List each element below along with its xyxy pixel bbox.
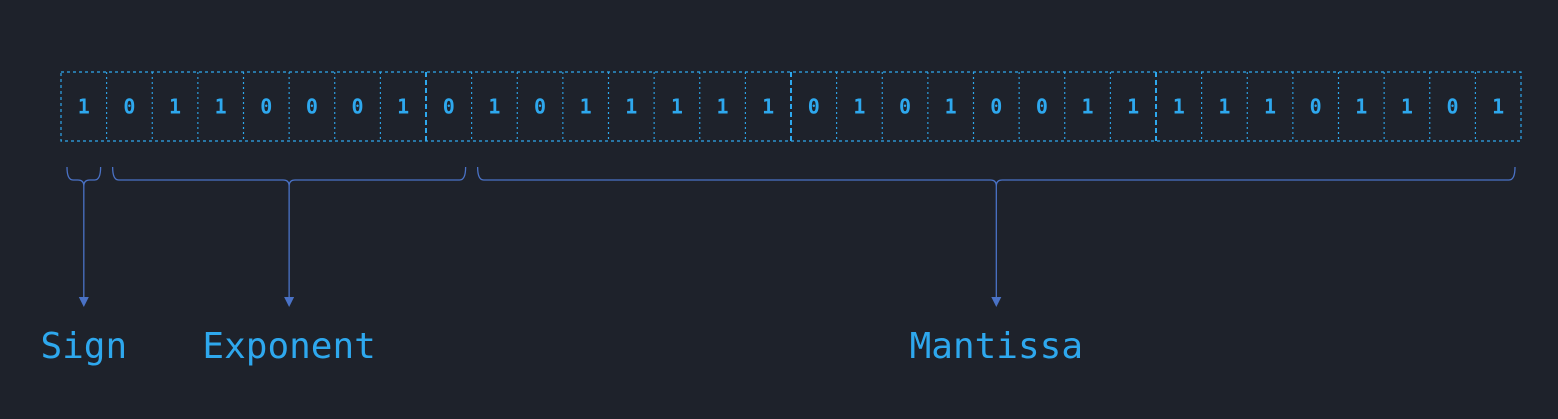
bit-value: 1 xyxy=(397,95,409,119)
field-label-mantissa: Mantissa xyxy=(910,326,1083,367)
arrow-head-sign xyxy=(78,297,89,307)
bracket-mantissa xyxy=(476,166,1516,187)
arrow-head-mantissa xyxy=(991,297,1002,307)
bit-value: 1 xyxy=(1218,95,1230,119)
bit-value: 1 xyxy=(78,95,90,119)
bit-value: 0 xyxy=(1447,95,1459,119)
bracket-exponent xyxy=(111,166,467,187)
bit-value: 1 xyxy=(1401,95,1413,119)
bracket-sign xyxy=(66,166,102,187)
bit-value: 0 xyxy=(123,95,135,119)
bit-value: 1 xyxy=(625,95,637,119)
bit-value: 0 xyxy=(990,95,1002,119)
bit-value: 0 xyxy=(443,95,455,119)
bit-value: 1 xyxy=(1264,95,1276,119)
bit-value: 0 xyxy=(808,95,820,119)
bit-value: 0 xyxy=(1036,95,1048,119)
bit-value: 1 xyxy=(488,95,500,119)
bit-value: 1 xyxy=(762,95,774,119)
bit-value: 1 xyxy=(1355,95,1367,119)
arrow-head-exponent xyxy=(284,297,295,307)
bit-value: 1 xyxy=(169,95,181,119)
ieee754-bit-layout-diagram: 1 0 1 1 0 0 0 1 0 1 0 1 1 1 1 1 0 1 0 1 0 0 1 1 1 1 1 0 1 1 0 1 Sign Exp… xyxy=(40,71,1522,367)
bit-value: 1 xyxy=(1082,95,1094,119)
field-labels: Sign Exponent Mantissa xyxy=(40,326,1083,367)
bit-value: 0 xyxy=(260,95,272,119)
bit-value: 1 xyxy=(671,95,683,119)
bit-value: 1 xyxy=(215,95,227,119)
bit-value: 1 xyxy=(1127,95,1139,119)
bit-value: 0 xyxy=(352,95,364,119)
bit-value: 0 xyxy=(899,95,911,119)
bit-value: 1 xyxy=(580,95,592,119)
bit-value: 0 xyxy=(1310,95,1322,119)
bit-cells: 1 0 1 1 0 0 0 1 0 1 0 1 1 1 1 1 0 1 0 1 0 0 1 1 1 1 1 0 1 1 0 1 xyxy=(60,71,1522,142)
bit-value: 1 xyxy=(945,95,957,119)
bit-value: 1 xyxy=(717,95,729,119)
bit-value: 1 xyxy=(1492,95,1504,119)
bit-value: 0 xyxy=(306,95,318,119)
field-label-exponent: Exponent xyxy=(202,326,375,367)
bit-value: 1 xyxy=(1173,95,1185,119)
field-brackets xyxy=(66,166,1516,307)
bit-value: 0 xyxy=(534,95,546,119)
bit-value: 1 xyxy=(853,95,865,119)
field-label-sign: Sign xyxy=(40,326,127,367)
